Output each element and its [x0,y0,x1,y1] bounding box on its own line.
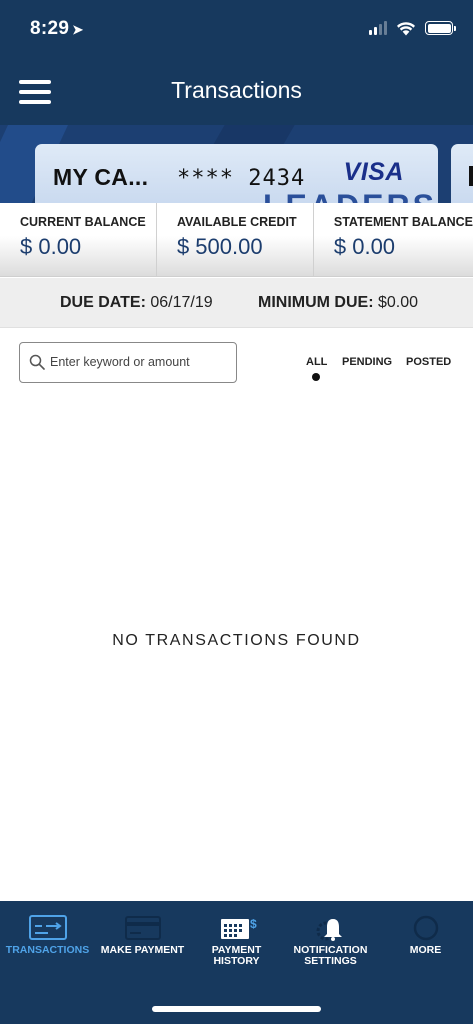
minimum-due-label: MINIMUM DUE: [258,294,374,311]
empty-state-message: NO TRANSACTIONS FOUND [112,632,361,649]
card-carousel[interactable]: MY CA... **** 2434 VISA LEADERS [0,125,473,203]
current-balance: CURRENT BALANCE $ 0.00 [0,203,156,276]
balance-value: $ 500.00 [176,234,263,259]
app-header: 8:29 ➤ Transactions [0,0,473,125]
credit-card-tile[interactable]: MY CA... **** 2434 VISA LEADERS [35,144,438,203]
clock-text: 8:29 [30,18,70,39]
nav-label-line: MORE [409,944,442,956]
search-input[interactable] [50,343,232,381]
card-watermark: LEADERS [263,188,437,203]
available-credit: AVAILABLE CREDIT $ 500.00 [155,203,313,276]
nav-make-payment[interactable]: MAKE PAYMENT [95,901,190,981]
statement-balance: STATEMENT BALANCE $ 0.00 [312,203,473,276]
nav-label: MORE [378,945,473,956]
balance-label: STATEMENT BALANCE [333,215,473,229]
page-title: Transactions [171,77,302,103]
location-arrow-icon: ➤ [72,22,84,37]
tab-posted[interactable]: POSTED [406,356,451,368]
balance-value: $ 0.00 [20,234,82,259]
battery-icon [425,21,456,35]
more-circle-icon [413,915,438,941]
nav-label: MAKE PAYMENT [95,945,190,956]
tab-pending[interactable]: PENDING [342,356,392,368]
nav-label-line: HISTORY [213,955,260,967]
nav-label: NOTIFICATION SETTINGS [283,945,378,967]
minimum-due-value: $0.00 [378,294,419,311]
transactions-card-icon [28,915,67,940]
nav-label: PAYMENT HISTORY [189,945,284,967]
due-date-value: 06/17/19 [150,294,213,311]
nav-notification-settings[interactable]: NOTIFICATION SETTINGS [283,901,378,981]
visa-logo: VISA [343,158,404,186]
wifi-icon [397,21,415,35]
status-bar-icons [369,20,456,36]
minimum-due: MINIMUM DUE: $0.00 [258,294,418,312]
due-date-label: DUE DATE: [60,294,146,311]
nav-label-line: MAKE PAYMENT [100,944,185,956]
balance-label: CURRENT BALANCE [20,215,146,229]
card-name: MY CA... [53,164,149,190]
balance-summary: CURRENT BALANCE $ 0.00 AVAILABLE CREDIT … [0,203,473,277]
payment-card-icon [124,916,161,940]
search-box[interactable] [19,342,237,383]
due-date: DUE DATE: 06/17/19 [60,294,213,312]
transactions-screen: 8:29 ➤ Transactions MY CA... **** 2434 VI… [0,0,473,1024]
status-bar-time: 8:29 ➤ [30,18,83,40]
balance-label: AVAILABLE CREDIT [176,215,297,229]
svg-text:$: $ [250,917,257,931]
nav-transactions[interactable]: TRANSACTIONS [0,901,95,981]
bell-gear-icon [316,919,342,941]
nav-payment-history[interactable]: $ PAYMENT HISTORY [189,901,284,981]
search-icon [29,354,45,370]
next-card-tile[interactable] [451,144,473,203]
home-indicator[interactable] [152,1006,321,1012]
tab-all[interactable]: ALL [306,356,327,368]
cellular-signal-icon [369,21,387,35]
nav-more[interactable]: MORE [378,901,473,981]
selected-tab-indicator [312,373,320,381]
balance-value: $ 0.00 [333,234,396,259]
calendar-dollar-icon: $ [220,917,257,939]
nav-label-line: SETTINGS [304,955,357,967]
due-info-bar: DUE DATE: 06/17/19 MINIMUM DUE: $0.00 [0,278,473,328]
nav-label-line: TRANSACTIONS [5,944,90,956]
nav-label: TRANSACTIONS [0,945,95,956]
